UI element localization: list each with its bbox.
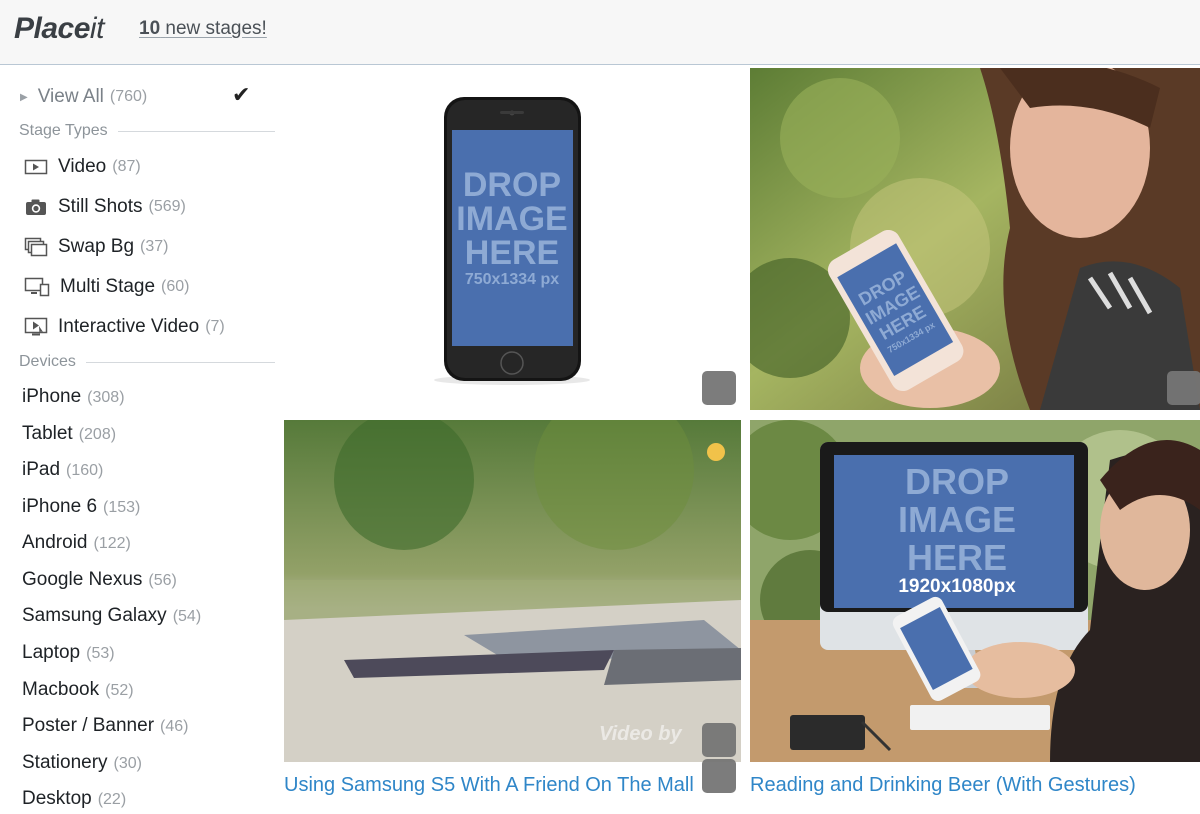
filter-sidebar: ▶ View All (760) ✔ Stage Types Video (87)… — [0, 66, 284, 814]
stage-preview-image: DROP IMAGE HERE 1920x1080px — [750, 420, 1200, 762]
filter-device-poster-banner[interactable]: Poster / Banner (46) — [22, 715, 188, 737]
filter-device-desktop[interactable]: Desktop (22) — [22, 788, 126, 810]
filter-video[interactable]: Video (87) — [24, 156, 141, 178]
drop-size-label: 750x1334 px — [465, 271, 559, 288]
view-all-filter[interactable]: ▶ View All (760) — [20, 86, 147, 108]
camera-icon — [26, 199, 46, 215]
stage-types-heading: Stage Types — [19, 122, 275, 140]
stage-preview-image: Video by — [284, 420, 741, 762]
top-bar: Placeit 10 new stages! — [0, 0, 1200, 65]
video-icon — [24, 159, 48, 175]
filter-device-android[interactable]: Android (122) — [22, 532, 131, 554]
filter-device-stationery[interactable]: Stationery (30) — [22, 752, 142, 774]
drop-line-1: DROP — [463, 166, 561, 204]
triangle-right-icon: ▶ — [20, 91, 28, 103]
drop-line-2: IMAGE — [898, 499, 1016, 540]
stage-secondary-button[interactable] — [702, 759, 736, 793]
drop-size-label: 1920x1080px — [898, 576, 1016, 597]
video-watermark: Video by — [599, 723, 682, 745]
stage-preview-image: DROP IMAGE HERE 750x1334 px — [750, 68, 1200, 410]
devices-heading: Devices — [19, 353, 275, 371]
multi-stage-icon — [24, 277, 50, 297]
filter-device-google-nexus[interactable]: Google Nexus (56) — [22, 569, 177, 591]
stage-options-button[interactable] — [702, 371, 736, 405]
stage-tile-iphone-white[interactable]: DROP IMAGE HERE 750x1334 px — [284, 66, 741, 410]
stage-tile-woman-iphone[interactable]: DROP IMAGE HERE 750x1334 px — [750, 68, 1200, 410]
drop-line-3: HERE — [465, 234, 559, 272]
filter-interactive-video[interactable]: Interactive Video (7) — [24, 316, 225, 338]
filter-device-samsung-galaxy[interactable]: Samsung Galaxy (54) — [22, 605, 201, 627]
drop-line-2: IMAGE — [456, 200, 567, 238]
filter-device-laptop[interactable]: Laptop (53) — [22, 642, 115, 664]
stage-options-button[interactable] — [1167, 371, 1200, 405]
checkmark-icon: ✔ — [232, 82, 251, 107]
interactive-video-icon — [24, 317, 48, 336]
filter-device-macbook[interactable]: Macbook (52) — [22, 679, 134, 701]
stage-preview-image: DROP IMAGE HERE 750x1334 px — [434, 97, 590, 385]
filter-device-iphone[interactable]: iPhone (308) — [22, 386, 125, 408]
stage-grid: DROP IMAGE HERE 750x1334 px DROP IMAGE H… — [284, 66, 1200, 814]
filter-swap-bg[interactable]: Swap Bg (37) — [24, 236, 169, 258]
swap-bg-icon — [24, 237, 48, 257]
stage-tile-imac-gestures[interactable]: DROP IMAGE HERE 1920x1080px — [750, 420, 1200, 762]
new-stages-link[interactable]: 10 new stages! — [139, 18, 267, 40]
filter-device-ipad[interactable]: iPad (160) — [22, 459, 103, 481]
stage-options-button[interactable] — [702, 723, 736, 757]
drop-line-3: HERE — [907, 537, 1007, 578]
stage-caption-link[interactable]: Reading and Drinking Beer (With Gestures… — [750, 774, 1136, 797]
stage-caption-link[interactable]: Using Samsung S5 With A Friend On The Ma… — [284, 774, 694, 797]
filter-device-iphone-6[interactable]: iPhone 6 (153) — [22, 496, 140, 518]
placeit-logo[interactable]: Placeit — [14, 12, 104, 46]
drop-line-1: DROP — [905, 461, 1009, 502]
stage-tile-samsung-friend[interactable]: Video by — [284, 420, 741, 762]
filter-device-tablet[interactable]: Tablet (208) — [22, 423, 116, 445]
filter-multi-stage[interactable]: Multi Stage (60) — [24, 276, 190, 298]
filter-still-shots[interactable]: Still Shots (569) — [24, 196, 186, 218]
